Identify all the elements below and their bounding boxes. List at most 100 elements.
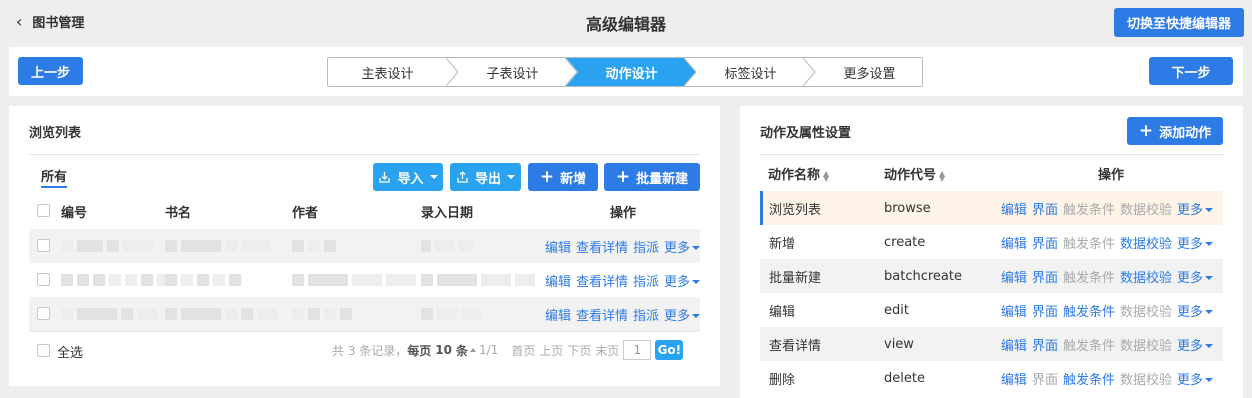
edit-link[interactable]: 编辑 (1001, 301, 1027, 320)
validation-link[interactable]: 数据校验 (1120, 301, 1172, 320)
table-row[interactable]: 编辑 查看详情 指派 更多 (29, 263, 700, 297)
action-settings-panel: 动作及属性设置 + 添加动作 动作名称 ▲ ▼ 动作代号 ▲ ▼ 操作 浏览列表 brow… (740, 106, 1243, 398)
assign-link[interactable]: 指派 (633, 237, 659, 256)
action-row[interactable]: 查看详情 view 编辑 界面 触发条件 数据校验 更多 (760, 327, 1223, 361)
ui-link[interactable]: 界面 (1032, 233, 1058, 252)
action-row-operations: 编辑 界面 触发条件 数据校验 更多 (1001, 361, 1213, 395)
add-action-label: 添加动作 (1159, 125, 1212, 141)
edit-link[interactable]: 编辑 (545, 237, 571, 256)
assign-link[interactable]: 指派 (633, 305, 659, 324)
col-action-code[interactable]: 动作代号 ▲ ▼ (884, 164, 945, 183)
batch-add-button[interactable]: + 批量新建 (604, 163, 700, 191)
action-row[interactable]: 浏览列表 browse 编辑 界面 触发条件 数据校验 更多 (760, 191, 1223, 225)
trigger-link[interactable]: 触发条件 (1063, 369, 1115, 388)
ui-link[interactable]: 界面 (1032, 369, 1058, 388)
add-button[interactable]: + 新增 (528, 163, 598, 191)
view-detail-link[interactable]: 查看详情 (576, 271, 628, 290)
validation-link[interactable]: 数据校验 (1120, 267, 1172, 286)
switch-editor-button[interactable]: 切换至快捷编辑器 (1114, 8, 1244, 37)
go-button[interactable]: Go! (655, 340, 684, 360)
blurred-cell (165, 229, 271, 263)
action-row[interactable]: 编辑 edit 编辑 界面 触发条件 数据校验 更多 (760, 293, 1223, 327)
next-step-button[interactable]: 下一步 (1149, 57, 1233, 85)
blurred-cell (421, 297, 481, 331)
edit-link[interactable]: 编辑 (1001, 335, 1027, 354)
select-all-header-checkbox[interactable] (37, 204, 50, 217)
caret-up-icon (470, 348, 476, 352)
row-actions: 编辑 查看详情 指派 更多 (540, 229, 700, 263)
add-action-button[interactable]: + 添加动作 (1127, 117, 1223, 145)
trigger-link[interactable]: 触发条件 (1063, 233, 1115, 252)
trigger-link[interactable]: 触发条件 (1063, 301, 1115, 320)
edit-link[interactable]: 编辑 (1001, 267, 1027, 286)
edit-link[interactable]: 编辑 (1001, 233, 1027, 252)
first-page-link[interactable]: 首页 (511, 342, 535, 359)
next-page-link[interactable]: 下页 (567, 342, 591, 359)
validation-link[interactable]: 数据校验 (1120, 335, 1172, 354)
validation-link[interactable]: 数据校验 (1120, 199, 1172, 218)
col-author: 作者 (292, 206, 319, 221)
edit-link[interactable]: 编辑 (1001, 199, 1027, 218)
ui-link[interactable]: 界面 (1032, 335, 1058, 354)
step-main-table[interactable]: 主表设计 (328, 58, 447, 86)
ui-link[interactable]: 界面 (1032, 267, 1058, 286)
more-link[interactable]: 更多 (1177, 335, 1213, 354)
more-link[interactable]: 更多 (664, 305, 700, 324)
action-row[interactable]: 删除 delete 编辑 界面 触发条件 数据校验 更多 (760, 361, 1223, 395)
batch-add-label: 批量新建 (636, 171, 689, 187)
row-checkbox[interactable] (37, 273, 50, 286)
export-button[interactable]: 导出 (450, 163, 521, 191)
col-action-name[interactable]: 动作名称 ▲ ▼ (768, 164, 829, 183)
step-actions[interactable]: 动作设计 (572, 58, 691, 86)
import-button[interactable]: 导入 (373, 163, 443, 191)
ui-link[interactable]: 界面 (1032, 301, 1058, 320)
row-checkbox[interactable] (37, 239, 50, 252)
action-name: 浏览列表 (769, 202, 822, 218)
action-code: browse (884, 200, 931, 216)
last-page-link[interactable]: 末页 (595, 342, 619, 359)
per-page-prefix: 每页 (407, 343, 432, 358)
action-name: 新增 (769, 236, 796, 252)
assign-link[interactable]: 指派 (633, 271, 659, 290)
trigger-link[interactable]: 触发条件 (1063, 267, 1115, 286)
more-link[interactable]: 更多 (1177, 199, 1213, 218)
col-number: 编号 (61, 206, 88, 221)
col-actions: 操作 (610, 206, 637, 221)
trigger-link[interactable]: 触发条件 (1063, 199, 1115, 218)
step-more-settings[interactable]: 更多设置 (810, 58, 929, 86)
more-link[interactable]: 更多 (664, 271, 700, 290)
more-link[interactable]: 更多 (664, 237, 700, 256)
import-icon (379, 171, 391, 183)
step-sub-table[interactable]: 子表设计 (453, 58, 572, 86)
more-label: 更多 (1176, 372, 1203, 388)
action-row[interactable]: 新增 create 编辑 界面 触发条件 数据校验 更多 (760, 225, 1223, 259)
prev-step-button[interactable]: 上一步 (18, 57, 83, 85)
select-all-checkbox[interactable] (37, 344, 50, 357)
blurred-cell (292, 297, 352, 331)
per-page-value[interactable]: 10 (435, 343, 452, 357)
more-link[interactable]: 更多 (1177, 369, 1213, 388)
action-row[interactable]: 批量新建 batchcreate 编辑 界面 触发条件 数据校验 更多 (760, 259, 1223, 293)
edit-link[interactable]: 编辑 (545, 271, 571, 290)
caret-down-icon (1205, 310, 1213, 314)
edit-link[interactable]: 编辑 (1001, 369, 1027, 388)
trigger-link[interactable]: 触发条件 (1063, 335, 1115, 354)
page-number-input[interactable]: 1 (623, 340, 652, 360)
more-link[interactable]: 更多 (1177, 301, 1213, 320)
table-row[interactable]: 编辑 查看详情 指派 更多 (29, 229, 700, 263)
row-checkbox[interactable] (37, 307, 50, 320)
tab-all[interactable]: 所有 (41, 166, 67, 185)
ui-link[interactable]: 界面 (1032, 199, 1058, 218)
step-labels[interactable]: 标签设计 (691, 58, 810, 86)
prev-page-link[interactable]: 上页 (539, 342, 563, 359)
view-detail-link[interactable]: 查看详情 (576, 237, 628, 256)
validation-link[interactable]: 数据校验 (1120, 233, 1172, 252)
more-link[interactable]: 更多 (1177, 267, 1213, 286)
view-detail-link[interactable]: 查看详情 (576, 305, 628, 324)
more-link[interactable]: 更多 (1177, 233, 1213, 252)
add-label: 新增 (560, 171, 587, 187)
edit-link[interactable]: 编辑 (545, 305, 571, 324)
validation-link[interactable]: 数据校验 (1120, 369, 1172, 388)
table-row[interactable]: 编辑 查看详情 指派 更多 (29, 297, 700, 331)
more-label: 更多 (663, 274, 690, 290)
